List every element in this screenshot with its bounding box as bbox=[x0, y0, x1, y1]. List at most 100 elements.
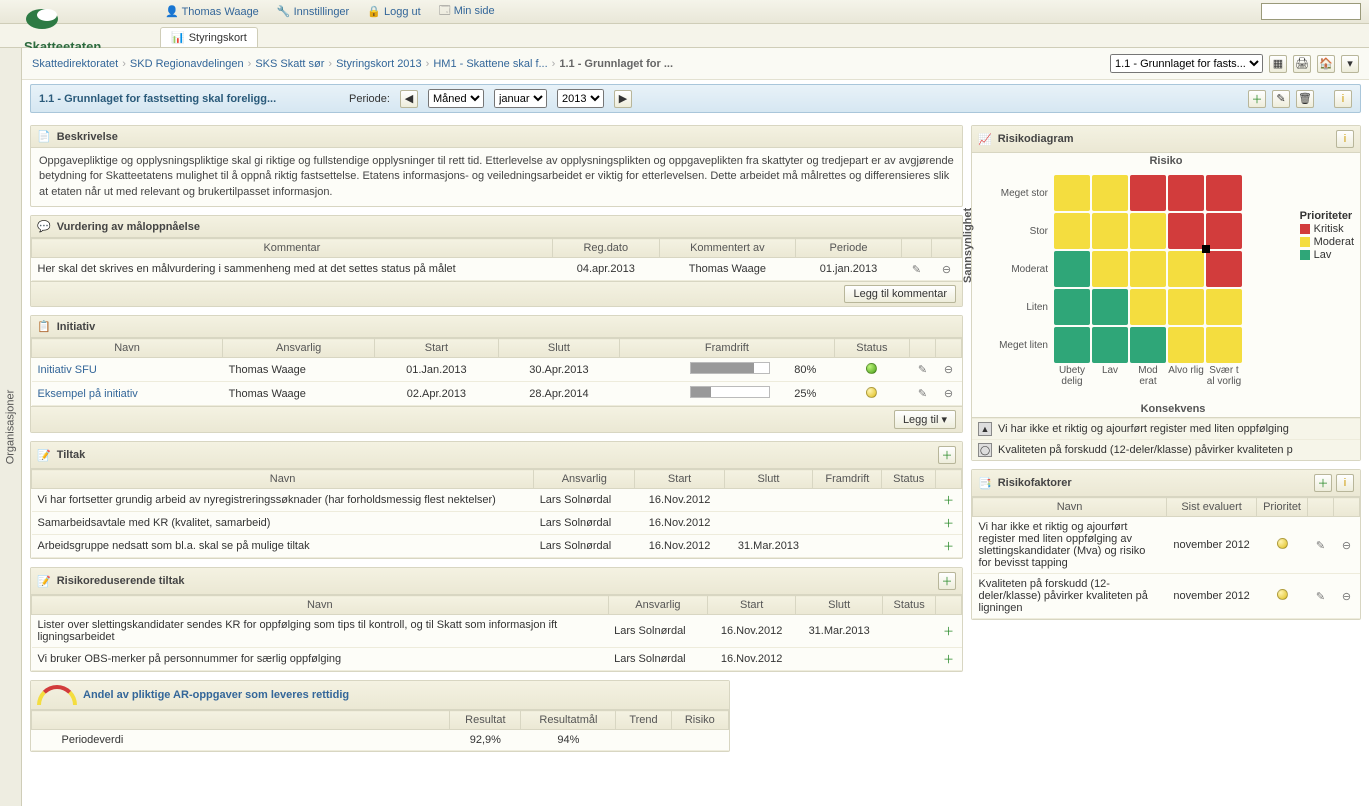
col-resultatmal: Resultatmål bbox=[521, 711, 616, 730]
scorecard-icon: 📊 bbox=[171, 31, 185, 44]
side-rail-label: Organisasjoner bbox=[5, 390, 17, 465]
col-slutt: Slutt bbox=[796, 596, 883, 615]
panel-add-button[interactable]: ＋ bbox=[938, 572, 956, 590]
top-logout-link[interactable]: 🔒 Logg ut bbox=[367, 5, 420, 18]
add-button[interactable]: ＋ bbox=[1248, 90, 1266, 108]
col-prioritet: Prioritet bbox=[1257, 498, 1308, 517]
panel-add-button[interactable]: ＋ bbox=[1314, 474, 1332, 492]
status-dot-yellow bbox=[866, 387, 877, 398]
bc-current: 1.1 - Grunnlaget for ... bbox=[559, 58, 673, 70]
col-ansvarlig: Ansvarlig bbox=[223, 339, 375, 358]
col-kommentar: Kommentar bbox=[32, 239, 553, 258]
col-ansvarlig: Ansvarlig bbox=[534, 470, 635, 489]
table-row: Vi har fortsetter grundig arbeid av nyre… bbox=[32, 489, 962, 512]
col-trend: Trend bbox=[616, 711, 671, 730]
circle-icon: ◯ bbox=[978, 443, 992, 457]
add-comment-button[interactable]: Legg til kommentar bbox=[844, 285, 956, 303]
bc-3[interactable]: Styringskort 2013 bbox=[336, 58, 422, 70]
row-add-icon[interactable]: ＋ bbox=[942, 539, 956, 553]
period-year-select[interactable]: 2013 bbox=[557, 89, 604, 108]
bc-print-icon[interactable]: 🖨 bbox=[1293, 55, 1311, 73]
col-regdato: Reg.dato bbox=[552, 239, 659, 258]
edit-button[interactable]: ✎ bbox=[1272, 90, 1290, 108]
initiative-link[interactable]: Eksempel på initiativ bbox=[38, 388, 138, 400]
info-button[interactable]: i bbox=[1336, 474, 1354, 492]
cell-by: Thomas Waage bbox=[659, 258, 795, 281]
col-periode: Periode bbox=[795, 239, 901, 258]
row-delete-icon[interactable]: ⊖ bbox=[942, 387, 956, 401]
panel-title: Initiativ bbox=[57, 321, 96, 333]
table-row: Periodeverdi 92,9% 94% bbox=[32, 730, 729, 751]
row-delete-icon[interactable]: ⊖ bbox=[1340, 589, 1354, 603]
top-user-link[interactable]: 👤 Thomas Waage bbox=[165, 5, 259, 18]
panel-tiltak: 📝Tiltak ＋ Navn Ansvarlig Start Slutt Fra… bbox=[30, 441, 963, 559]
panel-title: Beskrivelse bbox=[57, 131, 118, 143]
panel-add-button[interactable]: ＋ bbox=[938, 446, 956, 464]
cell-date: 04.apr.2013 bbox=[552, 258, 659, 281]
row-add-icon[interactable]: ＋ bbox=[942, 624, 956, 638]
row-edit-icon[interactable]: ✎ bbox=[910, 262, 924, 276]
note-icon: 📝 bbox=[37, 449, 51, 462]
clipboard-icon: 📋 bbox=[37, 320, 51, 333]
table-row: Eksempel på initiativ Thomas Waage 02.Ap… bbox=[32, 382, 962, 406]
col-framdrift: Framdrift bbox=[813, 470, 882, 489]
panel-risikoreduserende: 📝Risikoreduserende tiltak ＋ Navn Ansvarl… bbox=[30, 567, 963, 672]
col-start: Start bbox=[635, 470, 724, 489]
bc-home-icon[interactable]: 🏠 bbox=[1317, 55, 1335, 73]
col-navn: Navn bbox=[32, 470, 534, 489]
bc-grid-icon[interactable]: ▦ bbox=[1269, 55, 1287, 73]
table-row: Vi bruker OBS-merker på personnummer for… bbox=[32, 648, 962, 671]
bc-4[interactable]: HM1 - Skattene skal f... bbox=[433, 58, 547, 70]
row-edit-icon[interactable]: ✎ bbox=[916, 363, 930, 377]
info-button[interactable]: i bbox=[1334, 90, 1352, 108]
bc-dropdown-icon[interactable]: ▾ bbox=[1341, 55, 1359, 73]
bc-0[interactable]: Skattedirektoratet bbox=[32, 58, 118, 70]
row-delete-icon[interactable]: ⊖ bbox=[940, 262, 954, 276]
beskrivelse-text: Oppgavepliktige og opplysningspliktige s… bbox=[31, 148, 962, 206]
top-settings-link[interactable]: 🔧 Innstillinger bbox=[277, 5, 349, 18]
col-slutt: Slutt bbox=[498, 339, 619, 358]
risk-marker bbox=[1202, 245, 1210, 253]
period-next-button[interactable]: ▶ bbox=[614, 90, 632, 108]
delete-button[interactable]: 🗑 bbox=[1296, 90, 1314, 108]
period-month-select[interactable]: januar bbox=[494, 89, 547, 108]
info-button[interactable]: i bbox=[1336, 130, 1354, 148]
progress-bar bbox=[690, 362, 770, 374]
bc-goal-select[interactable]: 1.1 - Grunnlaget for fasts... bbox=[1110, 54, 1263, 73]
row-add-icon[interactable]: ＋ bbox=[942, 493, 956, 507]
progress-bar bbox=[690, 386, 770, 398]
table-row: Kvaliteten på forskudd (12-deler/klasse)… bbox=[973, 574, 1360, 619]
top-mypage-link[interactable]: 🗔 Min side bbox=[439, 2, 495, 21]
side-rail[interactable]: Organisasjoner bbox=[0, 48, 22, 806]
row-edit-icon[interactable]: ✎ bbox=[1314, 589, 1328, 603]
panel-initiativ: 📋Initiativ Navn Ansvarlig Start Slutt Fr… bbox=[30, 315, 963, 433]
period-prev-button[interactable]: ◀ bbox=[400, 90, 418, 108]
panel-risikodiagram: 📈Risikodiagram i Risiko Sannsynlighet Pr… bbox=[971, 125, 1361, 461]
col-sist-evaluert: Sist evaluert bbox=[1167, 498, 1257, 517]
bc-1[interactable]: SKD Regionavdelingen bbox=[130, 58, 244, 70]
initiative-link[interactable]: Initiativ SFU bbox=[38, 364, 97, 376]
row-delete-icon[interactable]: ⊖ bbox=[1340, 538, 1354, 552]
kpi-row-label: Periodeverdi bbox=[32, 730, 450, 751]
add-initiative-button[interactable]: Legg til ▾ bbox=[894, 410, 956, 429]
kpi-title-link[interactable]: Andel av pliktige AR-oppgaver som levere… bbox=[83, 689, 349, 701]
bc-2[interactable]: SKS Skatt sør bbox=[255, 58, 324, 70]
search-input[interactable] bbox=[1261, 3, 1361, 20]
goal-title: 1.1 - Grunnlaget for fastsetting skal fo… bbox=[39, 93, 339, 105]
cell-text: Her skal det skrives en målvurdering i s… bbox=[32, 258, 553, 281]
row-delete-icon[interactable]: ⊖ bbox=[942, 363, 956, 377]
table-row: Samarbeidsavtale med KR (kvalitet, samar… bbox=[32, 512, 962, 535]
period-unit-select[interactable]: Måned bbox=[428, 89, 484, 108]
row-add-icon[interactable]: ＋ bbox=[942, 652, 956, 666]
tab-styringskort[interactable]: 📊 Styringskort bbox=[160, 27, 258, 47]
table-row: Lister over slettingskandidater sendes K… bbox=[32, 615, 962, 648]
triangle-icon: ▲ bbox=[978, 422, 992, 436]
row-edit-icon[interactable]: ✎ bbox=[1314, 538, 1328, 552]
kpi-target: 94% bbox=[521, 730, 616, 751]
panel-risikofaktorer: 📑Risikofaktorer ＋ i Navn Sist evaluert P… bbox=[971, 469, 1361, 620]
top-search bbox=[1261, 3, 1361, 20]
row-edit-icon[interactable]: ✎ bbox=[916, 387, 930, 401]
row-add-icon[interactable]: ＋ bbox=[942, 516, 956, 530]
note-icon: 📝 bbox=[37, 575, 51, 588]
brand-logo-icon bbox=[24, 6, 64, 32]
